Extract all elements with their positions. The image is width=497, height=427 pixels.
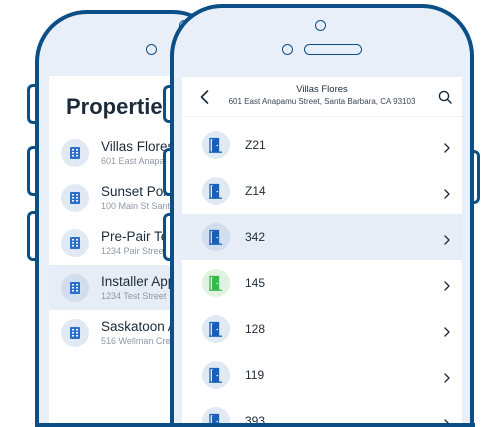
unit-list: Z21 Z14 342 145 128 119 393 [182, 122, 462, 427]
unit-row[interactable]: 128 [182, 306, 462, 352]
chevron-right-icon [444, 324, 450, 342]
unit-label: 342 [245, 230, 266, 244]
unit-row[interactable]: Z21 [182, 122, 462, 168]
chevron-right-icon [444, 370, 450, 388]
front-phone-frame: Villas Flores 601 East Anapamu Street, S… [170, 4, 474, 427]
building-icon [61, 228, 89, 257]
unit-row[interactable]: Z14 [182, 168, 462, 214]
page-title: Properties [66, 94, 175, 119]
front-phone-speaker [304, 44, 362, 55]
back-phone-volume-button [27, 146, 35, 196]
building-icon [61, 318, 89, 347]
unit-row[interactable]: 342 [182, 214, 462, 260]
chevron-right-icon [444, 186, 450, 204]
units-screen: Villas Flores 601 East Anapamu Street, S… [182, 77, 462, 427]
chevron-right-icon [444, 140, 450, 158]
chevron-right-icon [444, 278, 450, 296]
header-subtitle: 601 East Anapamu Street, Santa Barbara, … [228, 97, 416, 106]
back-phone-camera [146, 44, 157, 55]
unit-label: 145 [245, 276, 266, 290]
building-icon [61, 138, 89, 167]
search-icon[interactable] [438, 90, 452, 109]
unit-label: 128 [245, 322, 266, 336]
unit-label: 119 [245, 368, 265, 382]
unit-label: Z14 [245, 184, 266, 198]
unit-row[interactable]: 119 [182, 352, 462, 398]
phone-base-edge [35, 423, 475, 427]
unit-row[interactable]: 145 [182, 260, 462, 306]
front-phone-camera-2 [282, 44, 293, 55]
door-icon [202, 269, 230, 297]
door-icon [202, 223, 230, 251]
front-phone-camera [315, 20, 326, 31]
building-icon [61, 273, 89, 302]
back-phone-volume-button-2 [27, 211, 35, 261]
building-icon [61, 183, 89, 212]
back-phone-side-button [27, 84, 35, 124]
chevron-right-icon [444, 232, 450, 250]
unit-label: Z21 [245, 138, 266, 152]
door-icon [202, 131, 230, 159]
door-icon [202, 177, 230, 205]
door-icon [202, 315, 230, 343]
units-header: Villas Flores 601 East Anapamu Street, S… [182, 77, 462, 117]
door-icon [202, 361, 230, 389]
header-title: Villas Flores [296, 84, 348, 95]
property-address: 1234 Test Street [101, 290, 167, 301]
property-text: Installer App 1234 Test Street [101, 274, 175, 302]
property-name: Installer App [101, 273, 176, 289]
